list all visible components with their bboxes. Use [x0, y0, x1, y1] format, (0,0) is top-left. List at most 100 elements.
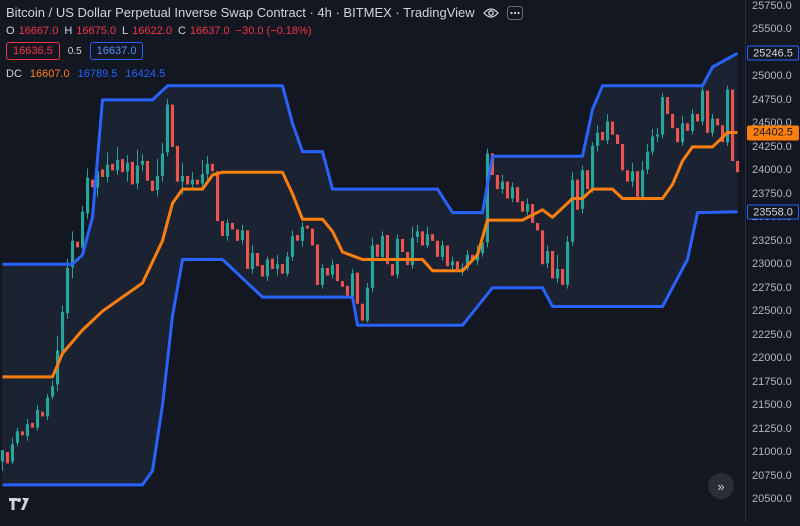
- y-tick-label: 25750.0: [752, 0, 792, 12]
- price-axis[interactable]: 25750.025500.025250.025000.024750.024500…: [745, 0, 800, 521]
- y-tick-label: 20750.0: [752, 469, 792, 482]
- y-tick-label: 24750.0: [752, 93, 792, 106]
- candle-body: [521, 201, 525, 212]
- candle-body: [676, 128, 680, 143]
- lower-band-price-tag: 23558.0: [747, 204, 799, 220]
- candle-body: [656, 134, 660, 137]
- candle-body: [345, 285, 349, 298]
- candle-body: [130, 161, 134, 185]
- y-tick-label: 23000.0: [752, 258, 792, 271]
- candle-body: [435, 240, 439, 257]
- candle-body: [586, 170, 590, 190]
- candle-body: [270, 258, 274, 269]
- candle-body: [25, 423, 29, 437]
- tradingview-logo[interactable]: [8, 494, 30, 514]
- candle-body: [180, 176, 184, 182]
- candle-body: [121, 159, 125, 173]
- candle-body: [671, 114, 675, 129]
- candle-body: [576, 179, 580, 210]
- candle-body: [510, 187, 514, 199]
- candle-body: [631, 171, 635, 182]
- candle-body: [365, 287, 369, 321]
- open-value: 16667.0: [18, 25, 59, 37]
- y-tick-label: 22750.0: [752, 281, 792, 294]
- candle-body: [46, 397, 50, 417]
- candle-body: [150, 180, 154, 191]
- high-label: H: [64, 25, 73, 37]
- close-label: C: [177, 25, 186, 37]
- indicator-name: DC: [6, 68, 22, 80]
- candle-body: [495, 175, 499, 190]
- candle-body: [716, 118, 720, 126]
- candle-body: [701, 90, 705, 122]
- scroll-to-realtime-button[interactable]: »: [708, 473, 734, 499]
- y-tick-label: 23750.0: [752, 187, 792, 200]
- open-label: O: [6, 25, 15, 37]
- candle-body: [330, 265, 334, 275]
- candle-body: [225, 222, 229, 236]
- candle-body: [10, 444, 14, 462]
- candle-body: [591, 145, 595, 189]
- candle-body: [505, 181, 509, 199]
- candle-body: [561, 268, 565, 285]
- candle-body: [641, 170, 645, 197]
- y-tick-label: 25000.0: [752, 70, 792, 83]
- candle-body: [606, 121, 610, 141]
- sell-price-button[interactable]: 16636.5: [6, 42, 60, 60]
- candle-body: [86, 177, 90, 214]
- candle-body: [415, 231, 419, 237]
- double-chevron-right-icon: »: [717, 478, 725, 494]
- candle-body: [111, 163, 115, 171]
- candle-body: [220, 221, 224, 236]
- indicator-legend[interactable]: DC 16607.0 16789.5 16424.5: [6, 68, 165, 80]
- y-tick-label: 22000.0: [752, 352, 792, 365]
- change-value: −30.0 (−0.18%): [235, 25, 312, 37]
- candle-body: [375, 244, 379, 257]
- indicator-upper-value: 16789.5: [77, 68, 118, 80]
- candle-body: [440, 245, 444, 257]
- candle-body: [170, 104, 174, 147]
- candle-body: [661, 97, 665, 135]
- candle-body: [36, 409, 40, 428]
- candle-body: [736, 160, 740, 173]
- symbol-title[interactable]: Bitcoin / US Dollar Perpetual Inverse Sw…: [6, 5, 475, 20]
- candle-body: [275, 264, 279, 269]
- candle-body: [320, 268, 324, 285]
- candle-body: [706, 90, 710, 133]
- candle-body: [420, 231, 424, 246]
- candle-body: [430, 234, 434, 241]
- candle-body: [160, 153, 164, 176]
- candle-body: [175, 145, 179, 182]
- candle-body: [696, 114, 700, 122]
- candle-body: [390, 264, 394, 276]
- candle-body: [681, 123, 685, 143]
- candle-body: [601, 131, 605, 141]
- ohlc-values: O 16667.0 H 16675.0 L 16622.0 C 16637.0 −30.…: [6, 25, 314, 37]
- candle-body: [260, 265, 264, 277]
- candle-body: [516, 187, 520, 203]
- candle-body: [76, 241, 80, 248]
- candle-body: [91, 179, 95, 188]
- candle-body: [290, 236, 294, 257]
- candle-body: [295, 235, 299, 241]
- candle-body: [5, 452, 9, 464]
- candle-body: [571, 179, 575, 242]
- candle-body: [596, 132, 600, 146]
- candle-body: [370, 245, 374, 288]
- candle-body: [401, 238, 405, 252]
- candle-body: [265, 259, 269, 277]
- candle-body: [350, 273, 354, 298]
- y-tick-label: 24000.0: [752, 164, 792, 177]
- candle-body: [101, 169, 105, 177]
- candle-body: [51, 386, 55, 397]
- candle-body: [335, 264, 339, 282]
- candle-body: [186, 176, 190, 185]
- candle-body: [380, 236, 384, 257]
- buy-price-button[interactable]: 16637.0: [89, 42, 144, 60]
- eye-icon[interactable]: [482, 6, 499, 20]
- y-tick-label: 21500.0: [752, 399, 792, 412]
- more-options-icon[interactable]: [506, 5, 523, 20]
- candle-body: [410, 237, 414, 266]
- high-value: 16675.0: [76, 25, 117, 37]
- candle-body: [526, 204, 530, 212]
